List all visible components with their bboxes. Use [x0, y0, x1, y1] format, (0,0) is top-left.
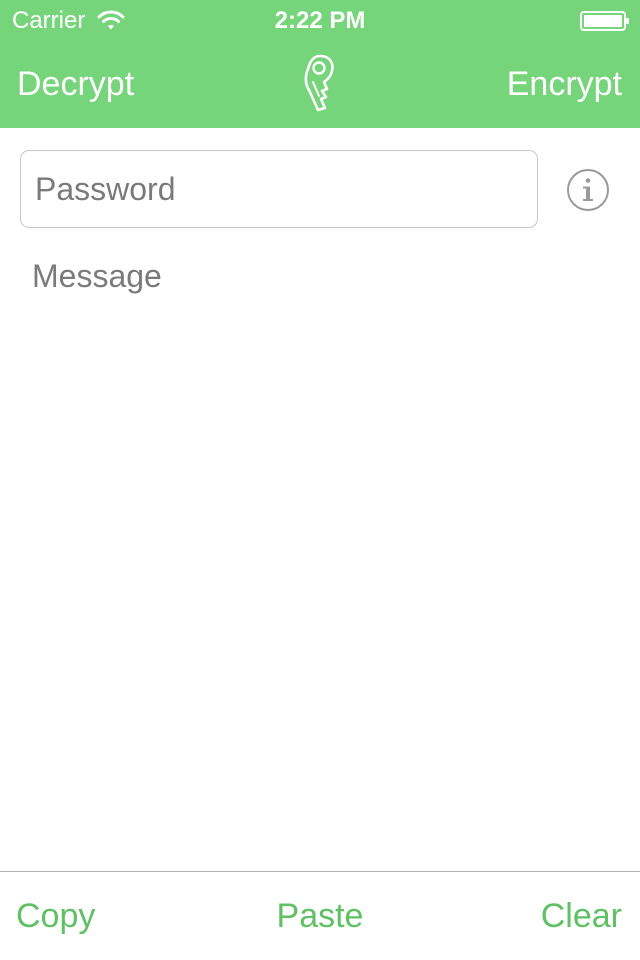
bottom-toolbar: Copy Paste Clear [0, 871, 640, 960]
encrypt-button[interactable]: Encrypt [507, 64, 622, 104]
app-screen: Carrier 2:22 PM Decrypt Encrypt Message … [0, 0, 640, 960]
password-input[interactable] [35, 151, 525, 227]
decrypt-button[interactable]: Decrypt [17, 64, 134, 104]
clear-button[interactable]: Clear [541, 896, 622, 936]
message-input[interactable] [20, 250, 620, 850]
status-bar: Carrier 2:22 PM [0, 0, 640, 40]
copy-button[interactable]: Copy [16, 896, 95, 936]
status-time: 2:22 PM [274, 7, 366, 34]
password-field-container [20, 150, 538, 228]
nav-bar: Decrypt Encrypt [0, 40, 640, 128]
header: Carrier 2:22 PM Decrypt Encrypt [0, 0, 640, 128]
info-icon[interactable] [566, 168, 610, 212]
key-logo-icon [304, 54, 334, 112]
paste-button[interactable]: Paste [277, 897, 364, 935]
battery-icon [580, 11, 629, 31]
